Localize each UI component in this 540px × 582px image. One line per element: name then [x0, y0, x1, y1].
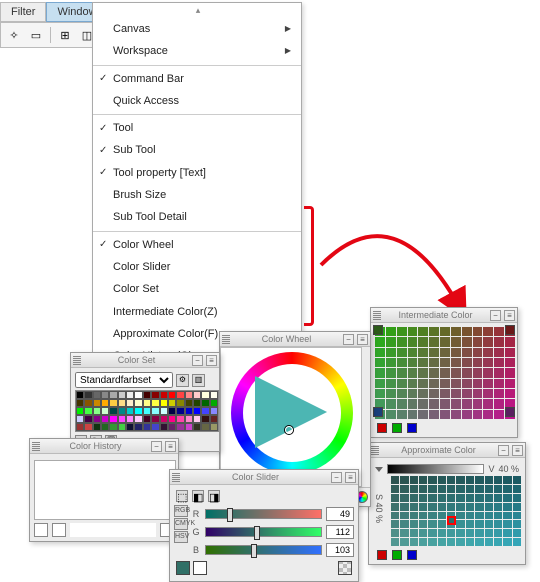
g-slider[interactable]	[205, 527, 322, 537]
mode2-icon[interactable]: ◧	[192, 490, 204, 502]
slider-modes: ⬚ ◧ ◨	[174, 489, 354, 503]
menu-subtool[interactable]: ✓Sub Tool	[93, 139, 301, 161]
b-value[interactable]: 103	[326, 543, 354, 557]
menu-colorwheel[interactable]: ✓Color Wheel	[93, 234, 301, 256]
panel-intermediate-color[interactable]: Intermediate Color−≡	[370, 307, 518, 438]
r-slider[interactable]	[205, 509, 322, 519]
menu-workspace[interactable]: Workspace	[93, 40, 301, 62]
menu-subtooldetail[interactable]: Sub Tool Detail	[93, 206, 301, 228]
swatch-row	[375, 550, 521, 560]
minimize-icon[interactable]: −	[192, 355, 203, 366]
bracket-annotation	[304, 206, 314, 326]
b-slider[interactable]	[205, 545, 322, 555]
panel-title: Color Set	[84, 355, 189, 365]
panel-title: Color Slider	[183, 472, 328, 482]
fg-swatch[interactable]	[34, 523, 48, 537]
tab-cmyk[interactable]: CMYK	[174, 518, 188, 530]
menu-intermediate[interactable]: Intermediate Color(Z)	[93, 301, 301, 323]
selection-indicator	[447, 516, 456, 525]
mode3-icon[interactable]: ◨	[208, 490, 220, 502]
menu-icon[interactable]: ≡	[206, 355, 217, 366]
b-label: B	[191, 545, 201, 555]
menu-colorset[interactable]: Color Set	[93, 278, 301, 300]
tool-2[interactable]: ▭	[26, 25, 46, 45]
menu-canvas[interactable]: Canvas	[93, 18, 301, 40]
dropdown-icon[interactable]	[375, 467, 383, 472]
r-label: R	[191, 509, 201, 519]
color-wheel-area[interactable]	[220, 347, 362, 487]
set-tool2-icon[interactable]: ▥	[192, 374, 205, 387]
menu-icon[interactable]: ≡	[504, 310, 515, 321]
v-value: 40 %	[498, 464, 519, 474]
minimize-icon[interactable]: −	[490, 310, 501, 321]
panel-title: Approximate Color	[382, 445, 495, 455]
tab-rgb[interactable]: RGB	[174, 505, 188, 517]
collapse-handle[interactable]: ▴	[93, 3, 301, 18]
window-dropdown: ▴ Canvas Workspace ✓Command Bar Quick Ac…	[92, 2, 302, 373]
history-area[interactable]	[34, 460, 176, 520]
panel-color-set[interactable]: Color Set−≡ Standardfarbset ⚙ ▥ + ↻ 🗑	[70, 352, 220, 452]
menu-quickaccess[interactable]: Quick Access	[93, 90, 301, 112]
transparent-swatch[interactable]	[338, 561, 352, 575]
gradient-strip[interactable]	[387, 464, 484, 474]
bg-swatch[interactable]	[193, 561, 207, 575]
tool-3[interactable]: ⊞	[55, 25, 75, 45]
panel-approximate-color[interactable]: Approximate Color−≡ V 40 % S 40 %	[368, 442, 526, 565]
menu-filter[interactable]: Filter	[0, 2, 46, 22]
panel-color-history[interactable]: Color History−≡	[29, 438, 179, 542]
fg-swatch[interactable]	[176, 561, 190, 575]
g-label: G	[191, 527, 201, 537]
minimize-icon[interactable]: −	[498, 445, 509, 456]
minimize-icon[interactable]: −	[151, 441, 162, 452]
tab-hsv[interactable]: HSV	[174, 531, 188, 543]
approx-grid[interactable]	[391, 476, 521, 546]
panel-color-slider[interactable]: Color Slider−≡ ⬚ ◧ ◨ RGB CMYK HSV R 49 G	[169, 469, 359, 582]
menu-icon[interactable]: ≡	[165, 441, 176, 452]
tool-1[interactable]: ✧	[4, 25, 24, 45]
minimize-icon[interactable]: −	[331, 472, 342, 483]
wheel-indicator[interactable]	[285, 426, 293, 434]
menu-tool[interactable]: ✓Tool	[93, 117, 301, 139]
menu-brush[interactable]: Brush Size	[93, 184, 301, 206]
r-value[interactable]: 49	[326, 507, 354, 521]
mode1-icon[interactable]: ⬚	[176, 490, 188, 502]
v-label: V	[488, 464, 494, 474]
menu-icon[interactable]: ≡	[345, 472, 356, 483]
g-value[interactable]: 112	[326, 525, 354, 539]
minimize-icon[interactable]: −	[343, 334, 354, 345]
toolbar: ✧ ▭ ⊞ ◫	[0, 22, 101, 48]
menu-icon[interactable]: ≡	[357, 334, 368, 345]
panel-title: Intermediate Color	[384, 310, 487, 320]
panel-title: Color Wheel	[233, 334, 340, 344]
menu-colorslider[interactable]: Color Slider	[93, 256, 301, 278]
s-label: S 40 %	[374, 494, 384, 523]
menu-commandbar[interactable]: ✓Command Bar	[93, 68, 301, 90]
set-tool-icon[interactable]: ⚙	[176, 374, 189, 387]
menu-toolprop[interactable]: ✓Tool property [Text]	[93, 162, 301, 184]
swatch-row	[375, 423, 513, 433]
color-set-grid[interactable]	[75, 390, 219, 432]
bg-swatch[interactable]	[52, 523, 66, 537]
intermediate-grid[interactable]	[375, 327, 515, 419]
menu-icon[interactable]: ≡	[512, 445, 523, 456]
color-set-select[interactable]: Standardfarbset	[75, 372, 173, 388]
panel-title: Color History	[43, 441, 148, 451]
